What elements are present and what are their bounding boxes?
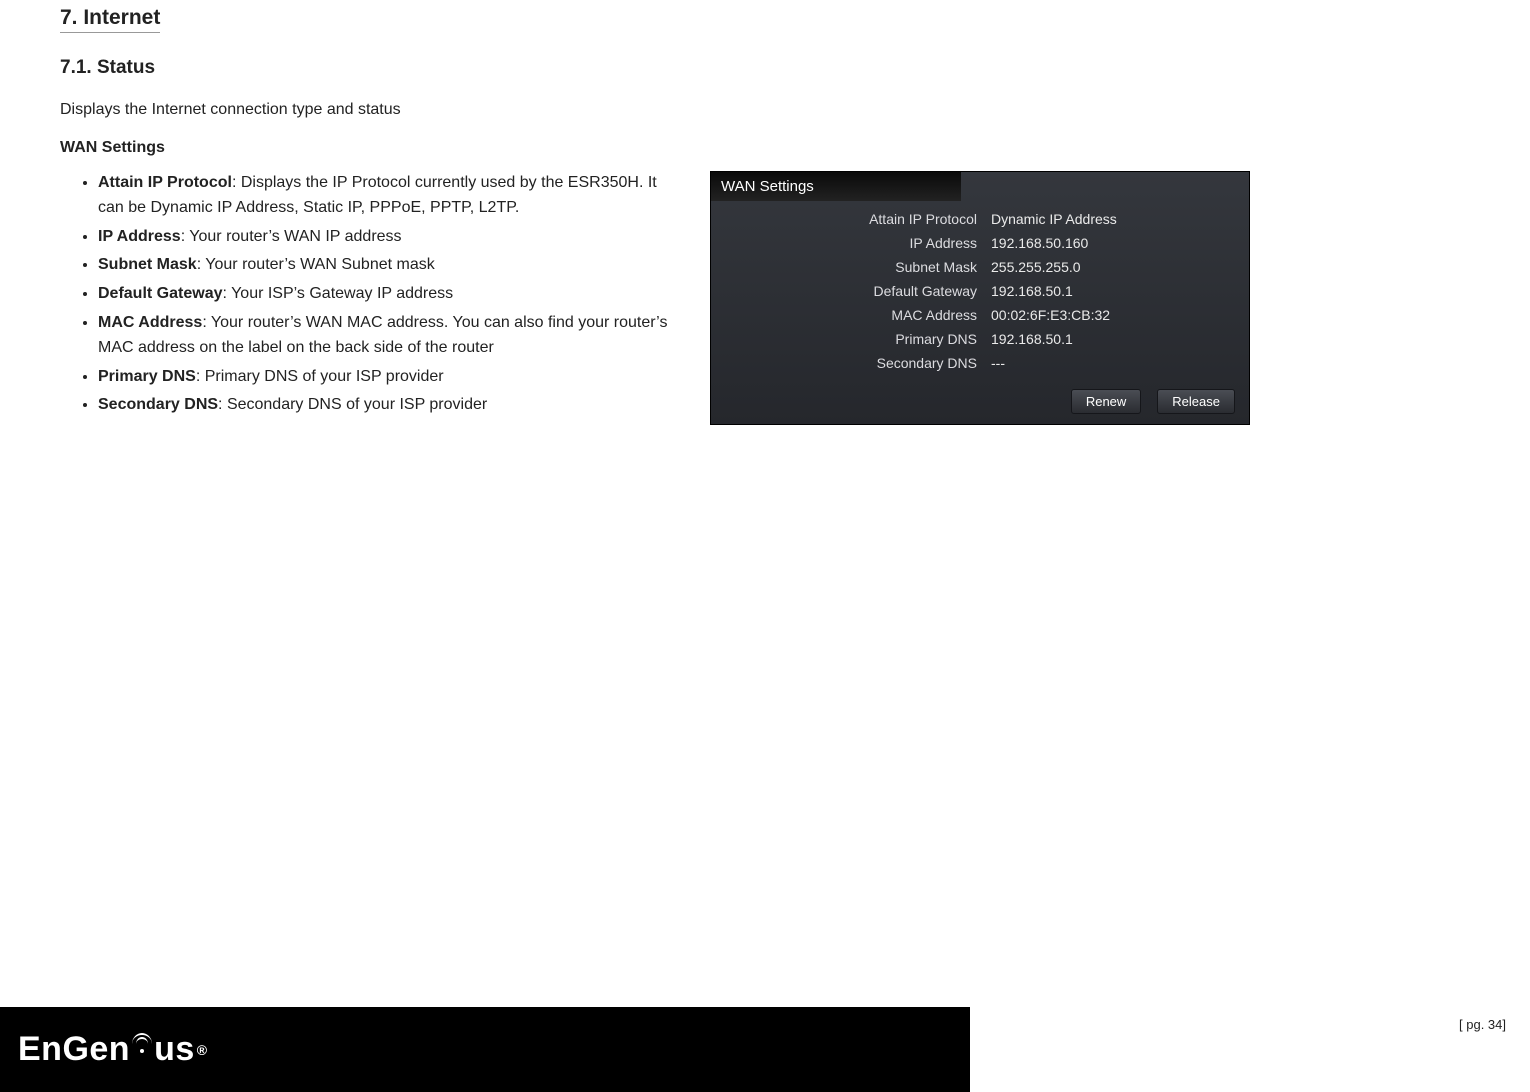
list-item: Primary DNS: Primary DNS of your ISP pro… bbox=[98, 365, 680, 390]
term: MAC Address bbox=[98, 314, 202, 331]
row-value: --- bbox=[991, 355, 1249, 371]
list-item: MAC Address: Your router’s WAN MAC addre… bbox=[98, 311, 680, 361]
table-row: Secondary DNS--- bbox=[711, 351, 1249, 375]
row-label: Attain IP Protocol bbox=[711, 211, 991, 227]
row-label: Primary DNS bbox=[711, 331, 991, 347]
renew-button[interactable]: Renew bbox=[1071, 389, 1141, 414]
term-desc: : Primary DNS of your ISP provider bbox=[196, 368, 444, 385]
row-value: Dynamic IP Address bbox=[991, 211, 1249, 227]
row-value: 00:02:6F:E3:CB:32 bbox=[991, 307, 1249, 323]
list-item: Secondary DNS: Secondary DNS of your ISP… bbox=[98, 393, 680, 418]
term-desc: : Secondary DNS of your ISP provider bbox=[218, 396, 487, 413]
term: Primary DNS bbox=[98, 368, 196, 385]
panel-title: WAN Settings bbox=[711, 172, 961, 201]
row-label: Subnet Mask bbox=[711, 259, 991, 275]
engenius-logo: EnGen us ® bbox=[18, 1030, 208, 1069]
table-row: MAC Address00:02:6F:E3:CB:32 bbox=[711, 303, 1249, 327]
term: Secondary DNS bbox=[98, 396, 218, 413]
row-value: 192.168.50.1 bbox=[991, 331, 1249, 347]
term-desc: : Your router’s WAN IP address bbox=[181, 228, 402, 245]
page-number: [ pg. 34] bbox=[1459, 1017, 1506, 1032]
wan-settings-panel: WAN Settings Attain IP ProtocolDynamic I… bbox=[710, 171, 1250, 425]
section-heading: 7. Internet bbox=[60, 6, 160, 33]
list-item: Attain IP Protocol: Displays the IP Prot… bbox=[98, 171, 680, 221]
row-label: MAC Address bbox=[711, 307, 991, 323]
table-row: Primary DNS192.168.50.1 bbox=[711, 327, 1249, 351]
footer-bar: EnGen us ® bbox=[0, 1007, 970, 1092]
table-row: Subnet Mask255.255.255.0 bbox=[711, 255, 1249, 279]
wifi-icon bbox=[131, 1039, 153, 1061]
row-value: 255.255.255.0 bbox=[991, 259, 1249, 275]
list-item: Subnet Mask: Your router’s WAN Subnet ma… bbox=[98, 253, 680, 278]
term-desc: : Your router’s WAN Subnet mask bbox=[197, 256, 435, 273]
term-desc: : Your ISP’s Gateway IP address bbox=[222, 285, 453, 302]
list-item: Default Gateway: Your ISP’s Gateway IP a… bbox=[98, 282, 680, 307]
subsection-heading: 7.1. Status bbox=[60, 57, 1470, 79]
logo-text: us bbox=[154, 1030, 195, 1069]
definition-list: Attain IP Protocol: Displays the IP Prot… bbox=[60, 171, 680, 418]
row-value: 192.168.50.1 bbox=[991, 283, 1249, 299]
registered-icon: ® bbox=[197, 1042, 208, 1058]
row-label: Secondary DNS bbox=[711, 355, 991, 371]
row-value: 192.168.50.160 bbox=[991, 235, 1249, 251]
table-row: Attain IP ProtocolDynamic IP Address bbox=[711, 207, 1249, 231]
term: Subnet Mask bbox=[98, 256, 197, 273]
term: Attain IP Protocol bbox=[98, 174, 232, 191]
term: IP Address bbox=[98, 228, 181, 245]
intro-text: Displays the Internet connection type an… bbox=[60, 101, 1470, 119]
term: Default Gateway bbox=[98, 285, 222, 302]
logo-text: EnGen bbox=[18, 1030, 130, 1069]
table-row: IP Address192.168.50.160 bbox=[711, 231, 1249, 255]
wan-settings-heading: WAN Settings bbox=[60, 139, 1470, 157]
row-label: Default Gateway bbox=[711, 283, 991, 299]
table-row: Default Gateway192.168.50.1 bbox=[711, 279, 1249, 303]
list-item: IP Address: Your router’s WAN IP address bbox=[98, 225, 680, 250]
release-button[interactable]: Release bbox=[1157, 389, 1235, 414]
row-label: IP Address bbox=[711, 235, 991, 251]
